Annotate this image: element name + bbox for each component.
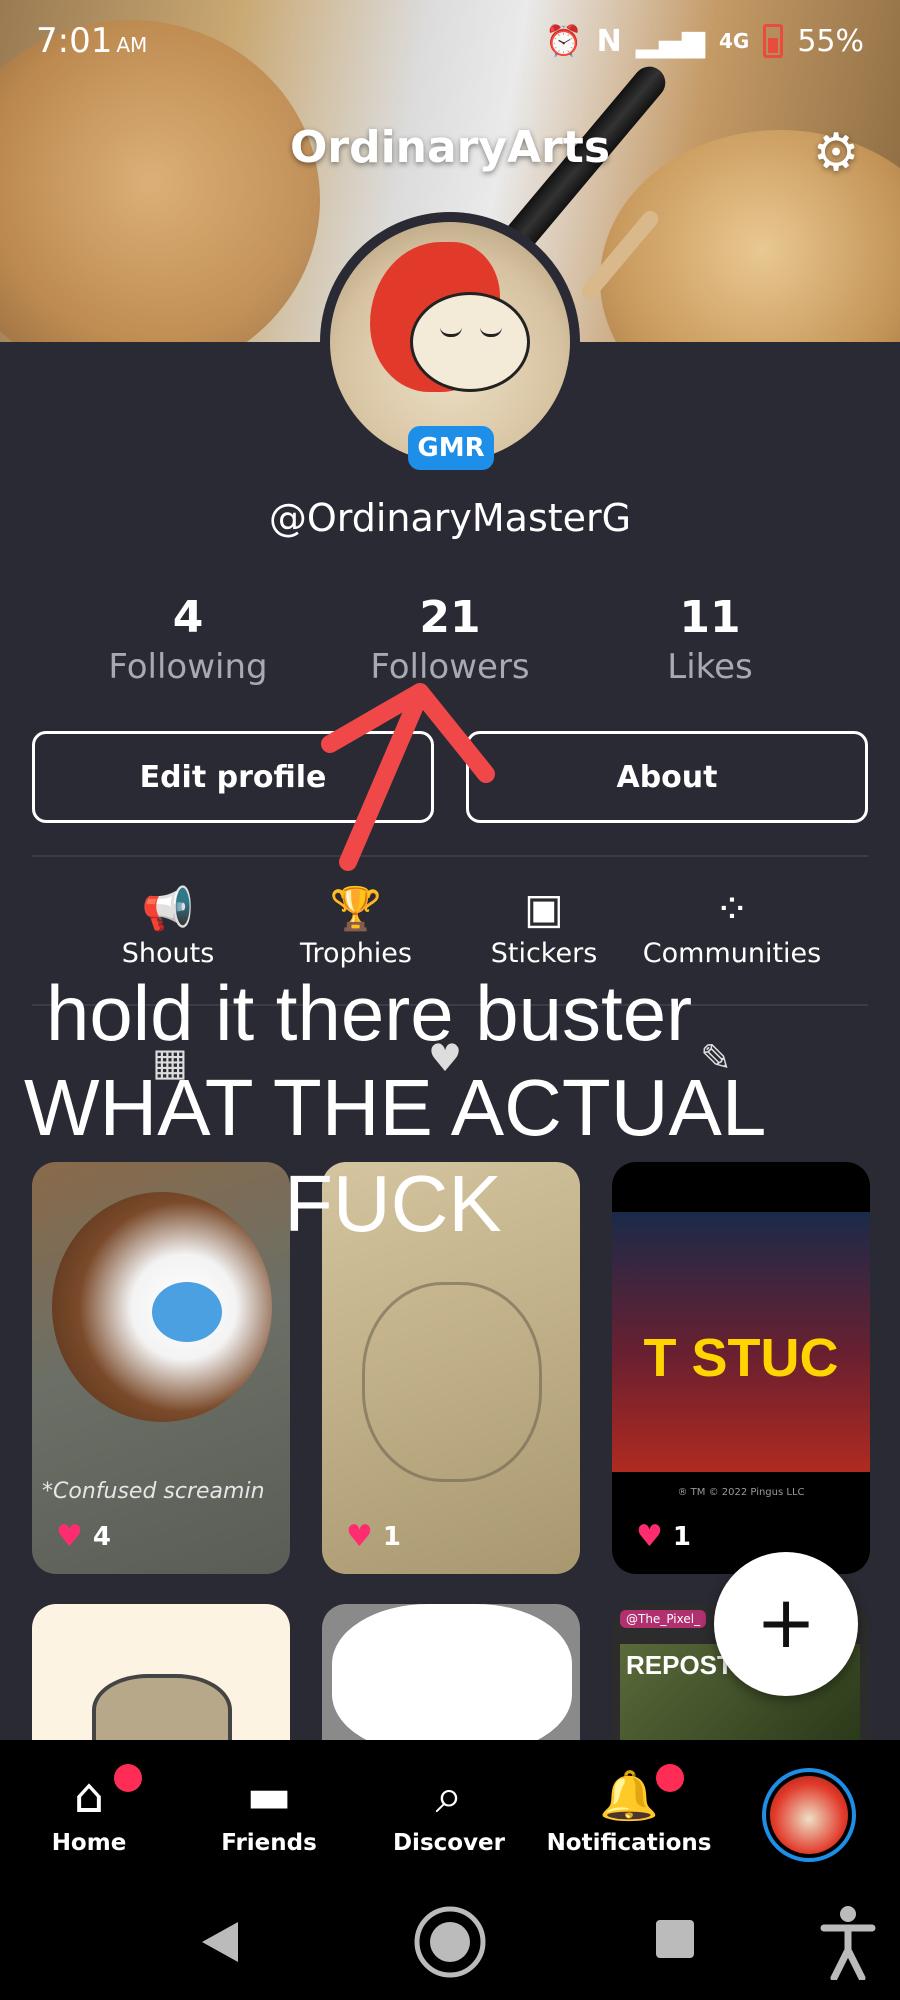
home-icon: ⌂ — [73, 1768, 105, 1824]
tab-trophies[interactable]: 🏆 Trophies — [266, 884, 446, 969]
post-card[interactable] — [32, 1604, 290, 1740]
network-label: 4G — [718, 29, 750, 53]
profile-title: OrdinaryArts — [289, 122, 611, 173]
like-count: ♥ 1 — [636, 1519, 691, 1554]
post-card[interactable]: *Confused screamin ♥ 4 — [32, 1162, 290, 1574]
tab-shouts-label: Shouts — [121, 938, 215, 969]
nfc-icon: N — [596, 23, 622, 59]
post-art — [92, 1674, 232, 1740]
tab-communities-label: Communities — [642, 938, 822, 969]
stat-following-count: 4 — [172, 592, 204, 643]
status-time: 7:01 AM — [36, 21, 148, 61]
about-button[interactable]: About — [466, 731, 868, 823]
post-header: @The_Pixel_ — [620, 1610, 707, 1628]
megaphone-icon: 📢 — [141, 884, 195, 933]
post-fine-print: ® TM © 2022 Pingus LLC — [677, 1487, 805, 1498]
tab-stickers[interactable]: ▣ Stickers — [454, 884, 634, 969]
nav-avatar-image — [770, 1776, 848, 1854]
post-card[interactable] — [322, 1604, 580, 1740]
nav-discover[interactable]: ⌕ Discover — [364, 1768, 534, 1856]
accessibility-icon[interactable] — [820, 1904, 876, 1980]
bottom-nav: ⌂ Home ▬ Friends ⌕ Discover 🔔 Notificati… — [0, 1740, 900, 1880]
stat-following-label: Following — [108, 647, 268, 687]
stat-likes-count: 11 — [679, 592, 741, 643]
heart-icon: ♥ — [346, 1519, 373, 1554]
home-circle-icon[interactable] — [412, 1904, 488, 1980]
nav-home[interactable]: ⌂ Home — [4, 1768, 174, 1856]
battery-icon — [763, 24, 784, 58]
meme-caption-line3: FUCK — [284, 1159, 502, 1248]
signal-icon: ▂▄▆ — [635, 23, 705, 59]
nav-friends-label: Friends — [221, 1830, 317, 1856]
tab-stickers-label: Stickers — [490, 938, 598, 969]
annotation-arrow — [321, 683, 495, 871]
post-overlay-text: T STUC — [643, 1328, 839, 1388]
heart-icon: ♥ — [636, 1519, 663, 1554]
settings-gear-icon[interactable]: ⚙ — [808, 125, 864, 181]
chat-icon: ▬ — [246, 1768, 292, 1824]
tab-communities[interactable]: ⁘ Communities — [642, 884, 822, 969]
nav-home-label: Home — [51, 1830, 127, 1856]
gmr-badge: GMR — [408, 426, 494, 470]
tab-shouts[interactable]: 📢 Shouts — [78, 884, 258, 969]
status-bar: 7:01 AM ⏰ N ▂▄▆ 4G 55% — [0, 0, 900, 82]
notification-dot — [114, 1764, 142, 1792]
notification-dot — [656, 1764, 684, 1792]
back-icon[interactable] — [198, 1918, 242, 1966]
post-art-eye — [152, 1282, 222, 1342]
battery-percent: 55% — [797, 23, 864, 59]
stat-likes[interactable]: 11 Likes — [600, 592, 820, 687]
post-caption: *Confused screamin — [42, 1479, 265, 1504]
system-nav-bar — [0, 1880, 900, 2000]
nav-notifications-label: Notifications — [546, 1830, 712, 1856]
nav-profile-avatar[interactable] — [762, 1768, 856, 1862]
post-art — [362, 1282, 542, 1482]
meme-caption-line2: WHAT THE ACTUAL — [24, 1063, 767, 1152]
post-repost-text: REPOST — [626, 1650, 733, 1680]
status-icons: ⏰ N ▂▄▆ 4G 55% — [545, 24, 864, 59]
heart-icon: ♥ — [56, 1519, 83, 1554]
communities-icon: ⁘ — [714, 884, 750, 933]
stat-following[interactable]: 4 Following — [78, 592, 298, 687]
alarm-icon: ⏰ — [545, 23, 583, 59]
nav-notifications[interactable]: 🔔 Notifications — [544, 1768, 714, 1856]
bell-icon: 🔔 — [599, 1768, 659, 1824]
search-icon: ⌕ — [435, 1768, 463, 1824]
avatar-face — [410, 292, 530, 392]
sticker-icon: ▣ — [524, 884, 564, 933]
recents-icon[interactable] — [654, 1918, 696, 1960]
nav-friends[interactable]: ▬ Friends — [184, 1768, 354, 1856]
create-post-button[interactable]: + — [714, 1552, 858, 1696]
meme-caption-line1: hold it there buster — [46, 969, 693, 1057]
trophy-icon: 🏆 — [329, 884, 383, 933]
nav-discover-label: Discover — [392, 1830, 506, 1856]
profile-handle: @OrdinaryMasterG — [268, 496, 632, 540]
like-count: ♥ 4 — [56, 1519, 111, 1554]
tab-trophies-label: Trophies — [300, 938, 412, 969]
like-count: ♥ 1 — [346, 1519, 401, 1554]
stat-likes-label: Likes — [667, 647, 753, 687]
stat-followers-count: 21 — [419, 592, 481, 643]
post-art — [332, 1604, 572, 1740]
